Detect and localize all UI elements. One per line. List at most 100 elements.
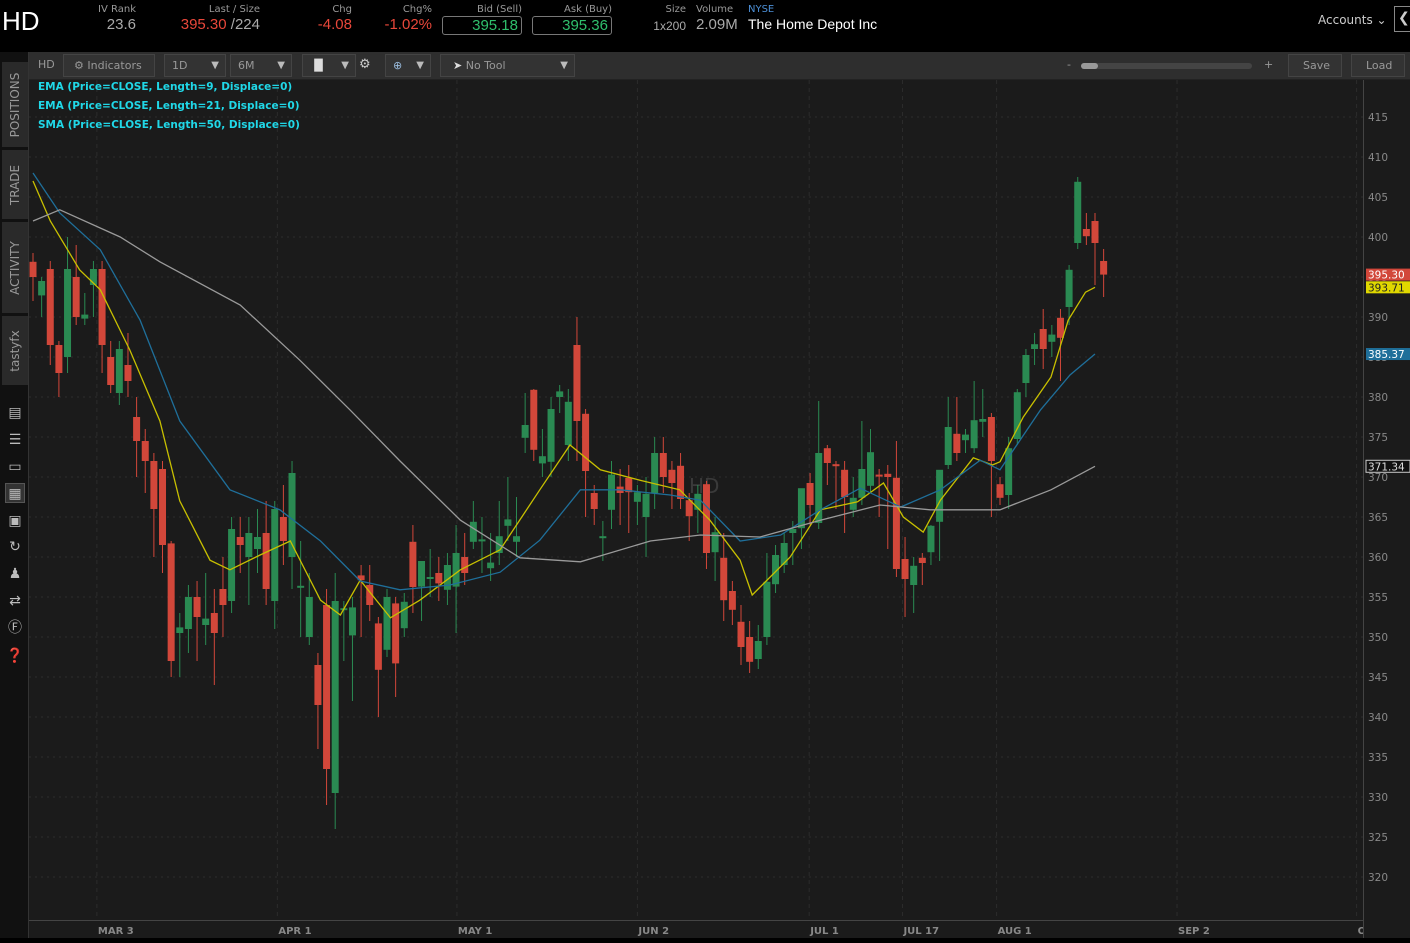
candle-up bbox=[643, 477, 650, 557]
candle-body bbox=[530, 390, 537, 450]
tab-activity[interactable]: ACTIVITY bbox=[2, 222, 28, 314]
chart-plot[interactable]: HD bbox=[29, 80, 1363, 920]
candle-body bbox=[1083, 229, 1090, 236]
candle-body bbox=[634, 492, 641, 502]
candle-body bbox=[211, 613, 218, 633]
candle-up bbox=[763, 553, 770, 645]
candle-body bbox=[945, 427, 952, 465]
candle-body bbox=[556, 391, 563, 397]
candle-body bbox=[902, 559, 909, 579]
drawing-tool-select[interactable]: ➤ No Tool▼ bbox=[440, 54, 575, 77]
load-button[interactable]: Load bbox=[1351, 54, 1405, 77]
candle-down bbox=[591, 485, 598, 525]
sma50-price-tag: 371.34 bbox=[1368, 461, 1405, 473]
indicator-ema9-label[interactable]: EMA (Price=CLOSE, Length=9, Displace=0) bbox=[38, 81, 292, 93]
candle-up bbox=[81, 293, 88, 325]
tab-positions[interactable]: POSITIONS bbox=[2, 62, 28, 148]
candle-down bbox=[392, 597, 399, 697]
candle-down bbox=[461, 533, 468, 585]
last-price: 395.30 bbox=[181, 16, 227, 33]
change: Chg-4.08 bbox=[300, 4, 352, 33]
date-tick-label: JUL 1 bbox=[809, 926, 839, 937]
caret-down-icon: ▼ bbox=[277, 55, 285, 76]
help-icon[interactable]: ❓ bbox=[5, 646, 25, 666]
candle-body bbox=[245, 533, 252, 557]
candle-down bbox=[323, 589, 330, 805]
candle-up bbox=[858, 421, 865, 505]
candle-body bbox=[1031, 344, 1038, 349]
community-icon[interactable]: ♟ bbox=[5, 564, 25, 584]
bid-button[interactable]: Bid (Sell)395.18 bbox=[442, 4, 522, 35]
fixed-income-icon[interactable]: Ⓕ bbox=[5, 618, 25, 638]
crosshair-select[interactable]: ⊕▼ bbox=[385, 54, 431, 77]
settings-gear-icon[interactable]: ⚙ bbox=[359, 54, 375, 77]
zoom-slider[interactable] bbox=[1081, 63, 1252, 69]
news-icon[interactable]: ▤ bbox=[5, 403, 25, 423]
time-axis[interactable]: MAR 3APR 1MAY 1JUN 2JUL 1JUL 17AUG 1SEP … bbox=[29, 920, 1363, 938]
candle-up bbox=[971, 381, 978, 453]
candle-up bbox=[470, 501, 477, 549]
candle-body bbox=[919, 558, 926, 563]
caret-down-icon: ▼ bbox=[341, 55, 349, 76]
candle-body bbox=[461, 557, 468, 573]
save-button[interactable]: Save bbox=[1288, 54, 1342, 77]
candle-down bbox=[409, 525, 416, 613]
candle-body bbox=[73, 277, 80, 317]
range-select[interactable]: 6M▼ bbox=[230, 54, 292, 77]
candle-up bbox=[254, 509, 261, 573]
candle-body bbox=[781, 543, 788, 565]
candle-body bbox=[409, 542, 416, 587]
candle-body bbox=[375, 623, 382, 669]
ask-button[interactable]: Ask (Buy)395.36 bbox=[532, 4, 612, 35]
candle-down bbox=[876, 469, 883, 517]
tv-icon[interactable]: ▭ bbox=[5, 457, 25, 477]
transfer-icon[interactable]: ⇄ bbox=[5, 591, 25, 611]
candle-down bbox=[1100, 249, 1107, 297]
chart-icon[interactable]: ▦ bbox=[5, 483, 25, 503]
candle-body bbox=[962, 435, 969, 441]
price-chart[interactable]: HD bbox=[29, 80, 1363, 920]
zoom-out-button[interactable]: - bbox=[1067, 54, 1079, 77]
caret-down-icon: ▼ bbox=[211, 55, 219, 76]
history-icon[interactable]: ↻ bbox=[5, 537, 25, 557]
cursor-arrow-icon: ➤ bbox=[453, 59, 462, 72]
grid-icon[interactable]: ▣ bbox=[5, 511, 25, 531]
tab-trade[interactable]: TRADE bbox=[2, 150, 28, 220]
company-info: NYSEThe Home Depot Inc bbox=[748, 4, 888, 32]
accounts-dropdown[interactable]: Accounts ⌄ bbox=[1318, 13, 1387, 27]
date-tick-label: APR 1 bbox=[278, 926, 311, 937]
last-size-value: /224 bbox=[231, 16, 260, 33]
chart-type-select[interactable]: ▐▌▼ bbox=[302, 54, 356, 77]
price-tick-label: 390 bbox=[1368, 312, 1388, 324]
price-axis[interactable]: 4154104054003953903853803753703653603553… bbox=[1363, 80, 1410, 938]
candle-body bbox=[185, 597, 192, 629]
candle-body bbox=[349, 607, 356, 635]
candle-up bbox=[453, 525, 460, 633]
watchlist-icon[interactable]: ☰ bbox=[5, 430, 25, 450]
candle-down bbox=[159, 461, 166, 573]
collapse-left-icon[interactable]: ❮ bbox=[1394, 6, 1410, 32]
zoom-slider-handle[interactable] bbox=[1081, 63, 1098, 69]
candle-body bbox=[953, 434, 960, 453]
left-sidebar: POSITIONS TRADE ACTIVITY tastyfx ▤ ☰ ▭ ▦… bbox=[0, 52, 29, 938]
candle-up bbox=[513, 497, 520, 557]
tab-tastyfx[interactable]: tastyfx bbox=[2, 316, 28, 386]
indicator-ema21-label[interactable]: EMA (Price=CLOSE, Length=21, Displace=0) bbox=[38, 100, 300, 112]
indicator-sma50-label[interactable]: SMA (Price=CLOSE, Length=50, Displace=0) bbox=[38, 119, 300, 131]
candle-up bbox=[289, 461, 296, 589]
candle-body bbox=[202, 619, 209, 625]
candle-down bbox=[375, 617, 382, 717]
candle-body bbox=[746, 637, 753, 662]
candle-down bbox=[73, 245, 80, 325]
candle-body bbox=[548, 409, 555, 462]
date-tick-label: JUN 2 bbox=[637, 926, 669, 937]
zoom-in-button[interactable]: + bbox=[1264, 54, 1276, 77]
candle-down bbox=[738, 605, 745, 665]
candle-down bbox=[55, 341, 62, 397]
interval-select[interactable]: 1D▼ bbox=[164, 54, 226, 77]
candle-body bbox=[599, 536, 606, 538]
indicators-button[interactable]: ⚙ Indicators bbox=[63, 54, 155, 77]
candle-body bbox=[1022, 355, 1029, 383]
candle-body bbox=[807, 483, 814, 505]
candle-body bbox=[582, 414, 589, 471]
